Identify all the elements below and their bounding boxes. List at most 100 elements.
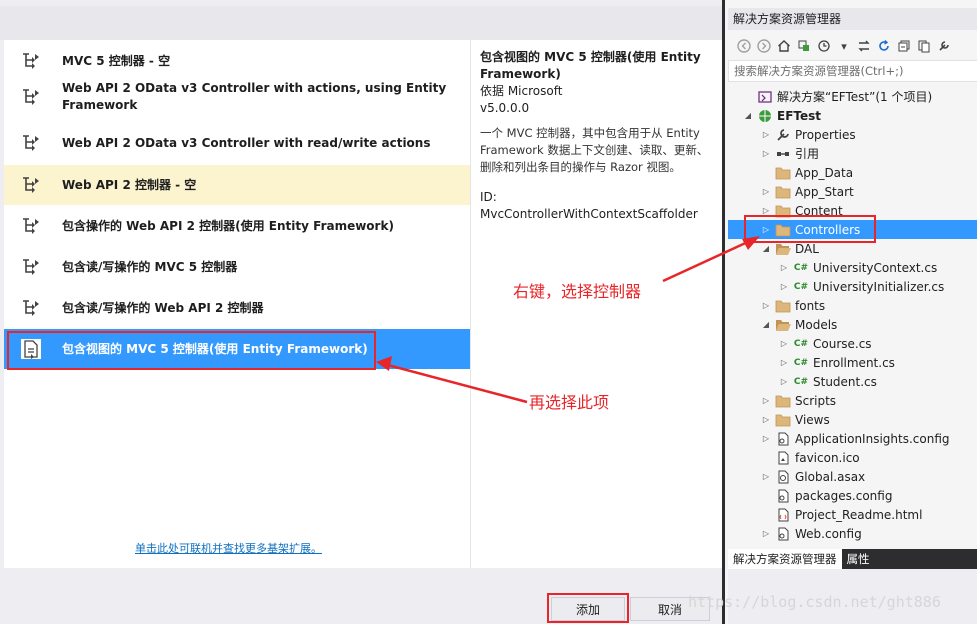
tree-item[interactable]: ▷ Scripts	[728, 391, 977, 410]
template-item[interactable]: Web API 2 OData v3 Controller with actio…	[4, 73, 470, 121]
pending-changes-icon[interactable]	[856, 38, 872, 54]
explorer-title: 解决方案资源管理器	[728, 8, 977, 30]
collapsed-arrow-icon[interactable]: ▷	[760, 528, 772, 540]
tree-item[interactable]: ▷ App_Start	[728, 182, 977, 201]
tree-item-label: Student.cs	[813, 374, 877, 389]
collapsed-arrow-icon[interactable]: ▷	[760, 471, 772, 483]
collapsed-arrow-icon[interactable]: ▷	[760, 300, 772, 312]
collapsed-arrow-icon[interactable]: ▷	[778, 357, 790, 369]
description-id: ID: MvcControllerWithContextScaffolder	[480, 190, 698, 221]
show-all-files-icon[interactable]	[916, 38, 932, 54]
tree-item-label: packages.config	[795, 488, 893, 503]
global-asax-icon	[775, 469, 791, 485]
tree-item[interactable]: ◢ Models	[728, 315, 977, 334]
tree-item-label: EFTest	[777, 108, 822, 123]
tree-item-label: Scripts	[795, 393, 837, 408]
explorer-tab[interactable]: 解决方案资源管理器	[728, 549, 842, 569]
csharp-file-icon: C#	[793, 281, 809, 292]
tree-item[interactable]: ◢ EFTest	[728, 106, 977, 125]
explorer-tab-strip: 解决方案资源管理器 属性	[728, 549, 977, 569]
tree-item-label: Web.config	[795, 526, 862, 541]
collapse-all-icon[interactable]	[896, 38, 912, 54]
template-item[interactable]: Web API 2 OData v3 Controller with read/…	[4, 123, 470, 163]
watermark-text: https://blog.csdn.net/ght886	[688, 593, 941, 611]
tree-item[interactable]: ▷ fonts	[728, 296, 977, 315]
tree-item-label: favicon.ico	[795, 450, 860, 465]
description-title: 包含视图的 MVC 5 控制器(使用 Entity Framework)	[480, 50, 701, 81]
template-item[interactable]: 包含读/写操作的 MVC 5 控制器	[4, 247, 470, 287]
tree-item[interactable]: App_Data	[728, 163, 977, 182]
tree-item[interactable]: favicon.ico	[728, 448, 977, 467]
template-item-label: 包含操作的 Web API 2 控制器(使用 Entity Framework)	[62, 218, 394, 233]
image-file-icon	[775, 450, 791, 466]
choose-item-annotation: 再选择此项	[529, 393, 610, 412]
csharp-file-icon: C#	[793, 338, 809, 349]
tree-item[interactable]: ▷ C# Course.cs	[728, 334, 977, 353]
forward-icon[interactable]	[756, 38, 772, 54]
csharp-file-icon: C#	[793, 357, 809, 368]
folder-icon	[775, 165, 791, 181]
description-body: 一个 MVC 控制器，其中包含用于从 Entity Framework 数据上下…	[480, 126, 709, 174]
collapsed-arrow-icon[interactable]: ▷	[760, 129, 772, 141]
collapsed-arrow-icon[interactable]: ▷	[760, 186, 772, 198]
tree-item-label: ApplicationInsights.config	[795, 431, 950, 446]
back-icon[interactable]	[736, 38, 752, 54]
folder-icon	[775, 298, 791, 314]
collapsed-arrow-icon[interactable]: ▷	[778, 262, 790, 274]
expanded-arrow-icon[interactable]: ◢	[760, 319, 772, 331]
tree-item[interactable]: Project_Readme.html	[728, 505, 977, 524]
folder-open-icon	[775, 317, 791, 333]
tree-item[interactable]: ▷ C# UniversityInitializer.cs	[728, 277, 977, 296]
tree-item[interactable]: 解决方案“EFTest”(1 个项目)	[728, 87, 977, 106]
tree-item[interactable]: ▷ C# Enrollment.cs	[728, 353, 977, 372]
collapsed-arrow-icon[interactable]: ▷	[760, 414, 772, 426]
config-file-icon	[775, 431, 791, 447]
chevron-down-icon[interactable]: ▾	[836, 38, 852, 54]
add-scaffold-dialog: MVC 5 控制器 - 空 Web API 2 OData v3 Controll…	[0, 0, 722, 624]
scaffold-template-icon	[18, 295, 44, 321]
collapsed-arrow-icon[interactable]: ▷	[760, 433, 772, 445]
explorer-tab[interactable]: 属性	[842, 549, 875, 569]
template-item-label: Web API 2 控制器 - 空	[62, 177, 197, 192]
tree-item[interactable]: ▷ Properties	[728, 125, 977, 144]
template-item[interactable]: 包含读/写操作的 Web API 2 控制器	[4, 288, 470, 328]
collapsed-arrow-icon[interactable]: ▷	[778, 376, 790, 388]
template-item[interactable]: Web API 2 控制器 - 空	[4, 165, 470, 205]
explorer-toolbar: ▾	[728, 34, 977, 58]
expanded-arrow-icon[interactable]: ◢	[742, 110, 754, 122]
template-item-label: Web API 2 OData v3 Controller with read/…	[62, 135, 431, 150]
sync-view-icon[interactable]	[796, 38, 812, 54]
tree-item-label: Views	[795, 412, 830, 427]
properties-wrench-icon[interactable]	[936, 38, 952, 54]
tree-item[interactable]: ▷ C# UniversityContext.cs	[728, 258, 977, 277]
folder-icon	[775, 412, 791, 428]
tree-item[interactable]: ▷ C# Student.cs	[728, 372, 977, 391]
history-icon[interactable]	[816, 38, 832, 54]
right-click-annotation: 右键，选择控制器	[513, 282, 642, 301]
tree-item[interactable]: ▷ Web.config	[728, 524, 977, 543]
tree-item[interactable]: ▷ Global.asax	[728, 467, 977, 486]
tree-item-label: Enrollment.cs	[813, 355, 895, 370]
folder-icon	[775, 393, 791, 409]
config-file-icon	[775, 526, 791, 542]
online-extensions-link[interactable]: 单击此处可联机并查找更多基架扩展。	[135, 540, 322, 556]
tree-item[interactable]: packages.config	[728, 486, 977, 505]
tree-item-label: DAL	[795, 241, 819, 256]
home-icon[interactable]	[776, 38, 792, 54]
collapsed-arrow-icon[interactable]: ▷	[778, 338, 790, 350]
template-item[interactable]: 包含操作的 Web API 2 控制器(使用 Entity Framework)	[4, 206, 470, 246]
tree-item[interactable]: ▷ 引用	[728, 144, 977, 163]
tree-item-label: 引用	[795, 147, 820, 161]
scaffold-template-icon	[18, 84, 44, 110]
tree-item[interactable]: ▷ ApplicationInsights.config	[728, 429, 977, 448]
tree-item[interactable]: ▷ Views	[728, 410, 977, 429]
collapsed-arrow-icon[interactable]: ▷	[760, 395, 772, 407]
refresh-icon[interactable]	[876, 38, 892, 54]
explorer-search-input[interactable]: 搜索解决方案资源管理器(Ctrl+;)	[728, 60, 977, 82]
html-file-icon	[775, 507, 791, 523]
collapsed-arrow-icon[interactable]: ▷	[778, 281, 790, 293]
collapsed-arrow-icon[interactable]: ▷	[760, 148, 772, 160]
expanded-arrow-icon[interactable]: ◢	[760, 243, 772, 255]
scaffold-template-icon	[18, 254, 44, 280]
